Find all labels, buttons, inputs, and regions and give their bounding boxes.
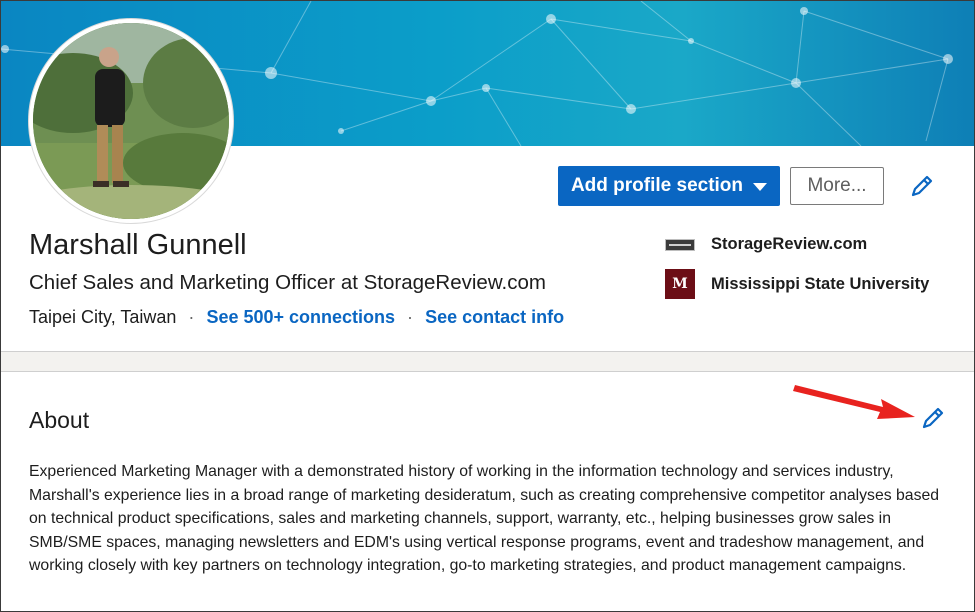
separator-dot: · xyxy=(188,307,195,327)
affiliation-school-label: Mississippi State University xyxy=(711,274,930,293)
pencil-icon xyxy=(922,407,944,429)
red-arrow-annotation xyxy=(793,385,915,419)
contact-info-link[interactable]: See contact info xyxy=(425,307,564,327)
profile-location: Taipei City, Taiwan xyxy=(29,307,177,327)
edit-intro-pencil-icon[interactable] xyxy=(907,171,937,201)
connections-link[interactable]: See 500+ connections xyxy=(206,307,395,327)
profile-photo[interactable] xyxy=(29,19,233,223)
add-profile-section-button[interactable]: Add profile section xyxy=(558,166,780,206)
profile-headline: Chief Sales and Marketing Officer at Sto… xyxy=(29,271,546,294)
affiliation-company-label: StorageReview.com xyxy=(711,235,868,253)
msu-logo-icon: M xyxy=(665,269,695,299)
about-title: About xyxy=(29,407,90,433)
pencil-icon xyxy=(911,175,933,197)
more-label: More... xyxy=(807,175,867,196)
storagereview-logo-icon xyxy=(665,238,695,251)
affiliation-company[interactable]: StorageReview.com xyxy=(665,235,867,254)
profile-photo-image xyxy=(33,23,229,219)
profile-name: Marshall Gunnell xyxy=(29,229,247,261)
caret-down-icon xyxy=(753,183,768,191)
profile-top-card: Add profile section More... Marshall Gun… xyxy=(1,1,974,352)
more-button[interactable]: More... xyxy=(790,167,884,205)
affiliation-school[interactable]: M Mississippi State University xyxy=(665,269,929,299)
profile-page: Add profile section More... Marshall Gun… xyxy=(0,0,975,612)
location-line: Taipei City, Taiwan · See 500+ connectio… xyxy=(29,307,564,328)
separator-dot: · xyxy=(407,307,414,327)
edit-about-pencil-icon[interactable] xyxy=(919,404,947,432)
add-profile-section-label: Add profile section xyxy=(570,175,744,196)
about-text: Experienced Marketing Manager with a dem… xyxy=(29,463,940,575)
